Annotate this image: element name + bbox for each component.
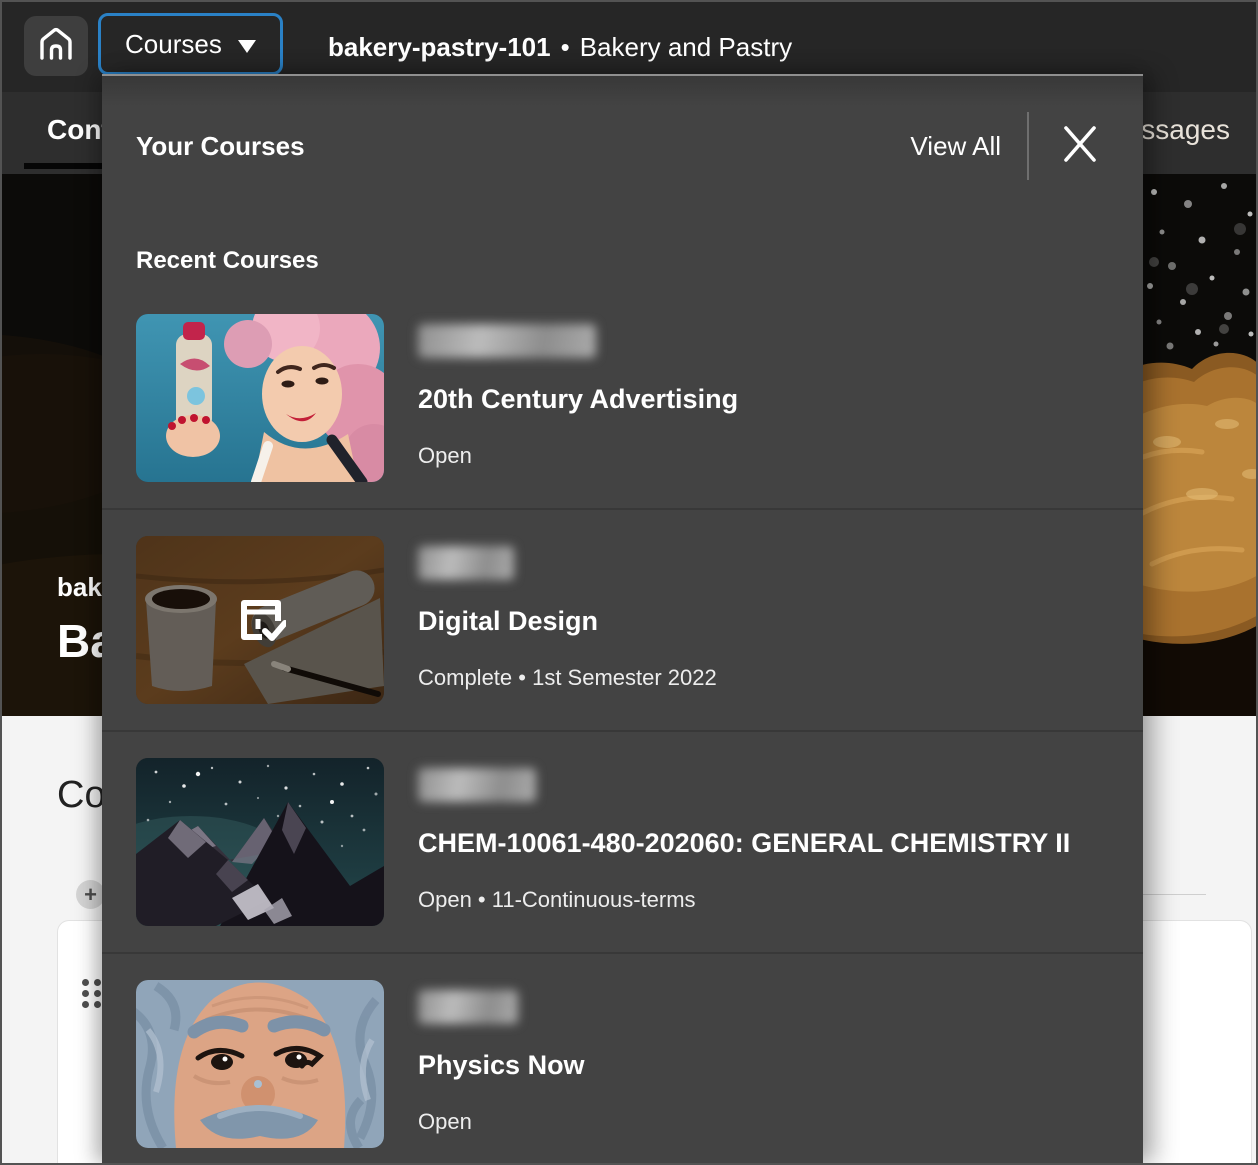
home-button[interactable] xyxy=(24,16,88,76)
section-title: Recent Courses xyxy=(136,246,1109,276)
course-status: Complete • 1st Semester 2022 xyxy=(418,664,717,692)
course-title: 20th Century Advertising xyxy=(418,380,738,418)
app-window: Courses bakery-pastry-101 • Bakery and P… xyxy=(0,0,1258,1165)
course-status: Open xyxy=(418,1108,585,1136)
course-title: CHEM-10061-480-202060: GENERAL CHEMISTRY… xyxy=(418,824,1070,862)
courses-dropdown-panel: Your Courses View All Recent Courses xyxy=(102,74,1143,1163)
add-content-button[interactable]: + xyxy=(76,880,105,909)
course-title: Digital Design xyxy=(418,602,717,640)
courses-menu-label: Courses xyxy=(125,29,222,60)
panel-title: Your Courses xyxy=(136,128,910,164)
panel-header: Your Courses View All xyxy=(102,76,1143,200)
course-info: 20th Century Advertising Open xyxy=(418,314,738,482)
course-thumbnail-digital-design xyxy=(136,536,384,704)
close-button[interactable] xyxy=(1057,123,1103,169)
breadcrumb-course-name: Bakery and Pastry xyxy=(580,32,792,63)
home-icon xyxy=(37,26,75,67)
course-id-badge-redacted xyxy=(418,768,536,802)
course-id-badge-redacted xyxy=(418,546,514,580)
course-item-general-chemistry[interactable]: CHEM-10061-480-202060: GENERAL CHEMISTRY… xyxy=(102,730,1143,952)
drag-handle-icon[interactable] xyxy=(82,979,101,1008)
course-id-badge-redacted xyxy=(418,990,518,1024)
plus-icon: + xyxy=(84,884,97,906)
course-title: Physics Now xyxy=(418,1046,585,1084)
breadcrumb-separator: • xyxy=(561,32,570,63)
course-status: Open • 11-Continuous-terms xyxy=(418,886,1070,914)
course-thumbnail-physics xyxy=(136,980,384,1148)
breadcrumb-course-id: bakery-pastry-101 xyxy=(328,32,551,63)
courses-menu-button[interactable]: Courses xyxy=(98,13,283,75)
course-complete-icon xyxy=(234,595,286,645)
view-all-button[interactable]: View All xyxy=(910,128,1001,164)
header-divider xyxy=(1027,112,1029,180)
hero-course-id-partial: bak xyxy=(57,572,102,603)
close-icon xyxy=(1061,125,1099,168)
course-id-badge-redacted xyxy=(418,324,596,358)
course-info: Physics Now Open xyxy=(418,980,585,1148)
course-thumbnail-advertising xyxy=(136,314,384,482)
caret-down-icon xyxy=(238,29,256,60)
course-info: Digital Design Complete • 1st Semester 2… xyxy=(418,536,717,704)
page-heading-partial: Co xyxy=(57,774,106,817)
course-item-physics-now[interactable]: Physics Now Open xyxy=(102,952,1143,1163)
course-item-20th-century-advertising[interactable]: 20th Century Advertising Open xyxy=(102,288,1143,508)
course-status: Open xyxy=(418,442,738,470)
course-thumbnail-chemistry xyxy=(136,758,384,926)
course-info: CHEM-10061-480-202060: GENERAL CHEMISTRY… xyxy=(418,758,1070,926)
course-item-digital-design[interactable]: Digital Design Complete • 1st Semester 2… xyxy=(102,508,1143,730)
course-list: 20th Century Advertising Open xyxy=(102,288,1143,1163)
